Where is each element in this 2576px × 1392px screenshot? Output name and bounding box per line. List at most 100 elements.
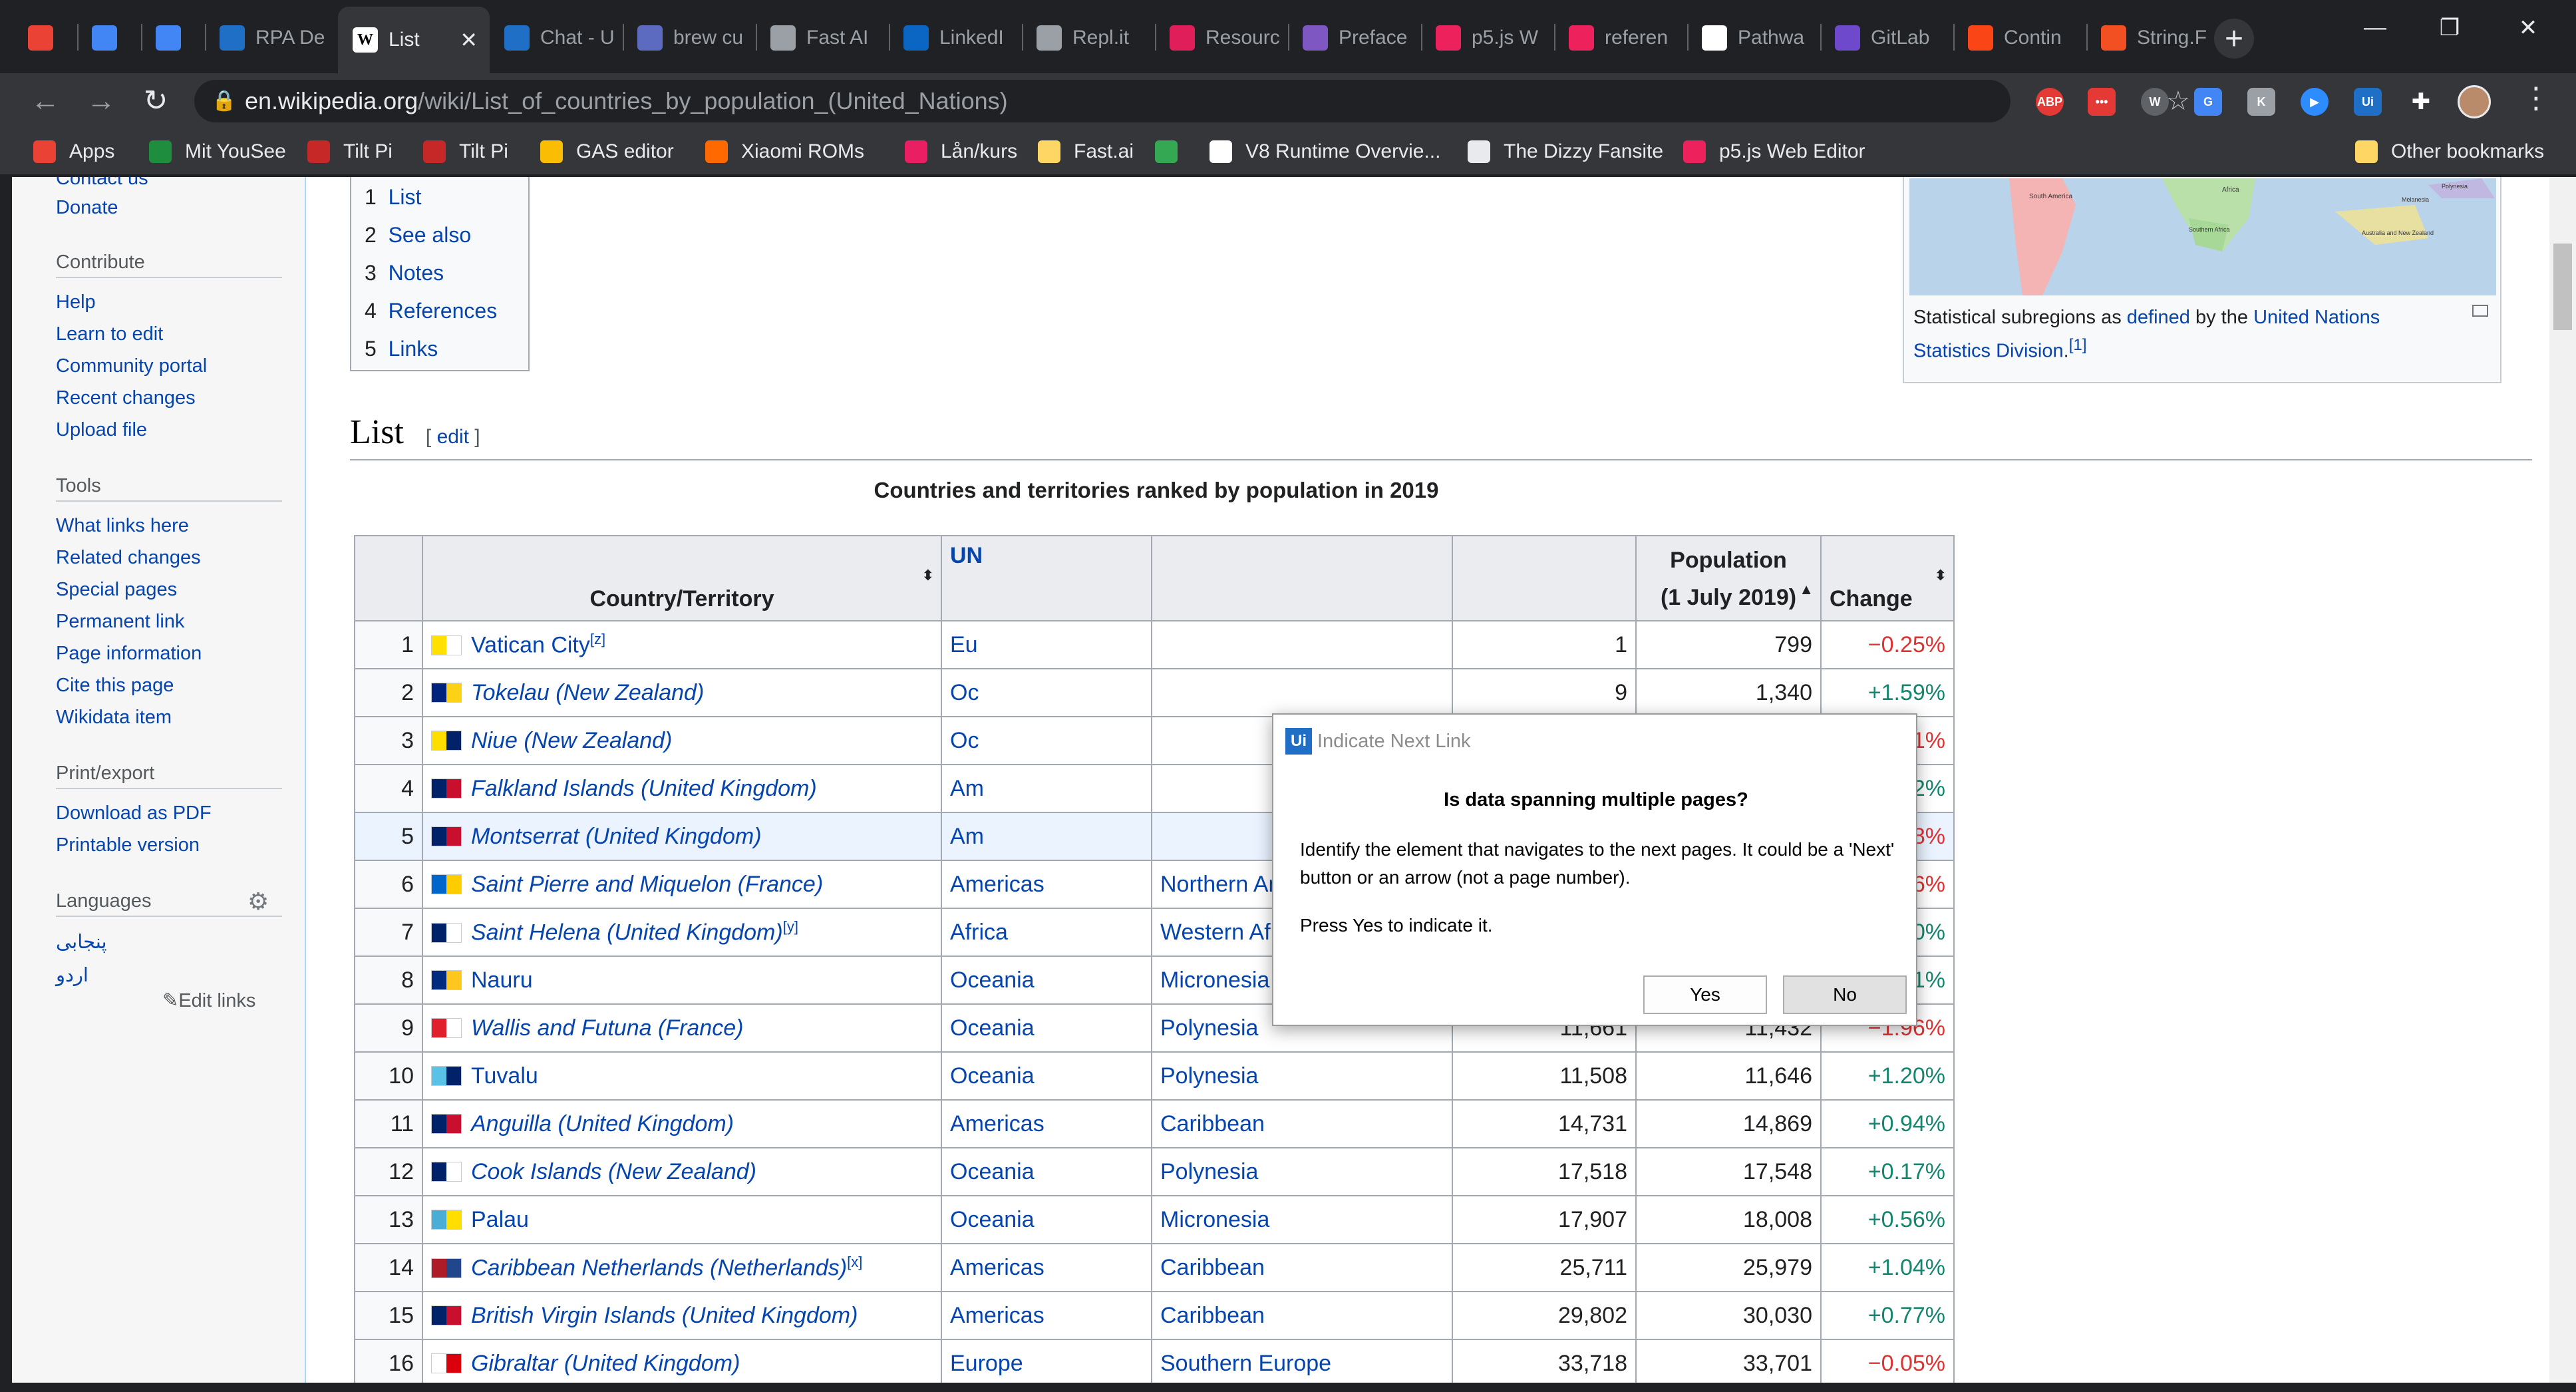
toc-item[interactable]: 2 See also [365,223,471,248]
bookmark-v8-runtime-overvie-[interactable]: V8 Runtime Overvie... [1209,128,1440,176]
country-cell[interactable]: Tuvalu [422,1051,942,1101]
region-cell[interactable]: Europe [941,1339,1152,1388]
country-name[interactable]: Cook Islands [471,1159,602,1184]
region-cell[interactable]: Oceania [941,1195,1152,1244]
region-cell[interactable]: Eu [941,620,1152,669]
section-edit-link[interactable]: edit [437,426,469,448]
address-bar[interactable]: 🔒 en.wikipedia.org/wiki/List_of_countries… [194,80,2190,122]
country-parent[interactable]: (Netherlands) [710,1256,847,1281]
country-parent[interactable]: (United Kingdom) [682,1303,858,1328]
zoom-icon[interactable]: ▶ [2301,88,2329,116]
change-header[interactable]: Change ⬍ [1820,535,1955,621]
tab-brew-cu[interactable]: brew cu [623,11,756,65]
country-parent[interactable]: (United Kingdom) [558,1111,734,1136]
bookmark-fast-ai[interactable]: Fast.ai [1038,128,1134,176]
wordpress-icon[interactable]: W [2141,88,2169,116]
sidebar-related-changes[interactable]: Related changes [56,547,201,569]
bookmark-mit-yousee[interactable]: Mit YouSee [149,128,286,176]
bookmark-gas-editor[interactable]: GAS editor [540,128,674,176]
region-header[interactable]: UN [941,535,1152,621]
sidebar-wikidata-item[interactable]: Wikidata item [56,707,172,729]
tab-fast-ai[interactable]: Fast AI [756,11,889,65]
country-parent[interactable]: (France) [738,872,823,897]
country-cell[interactable]: Anguilla (United Kingdom) [422,1099,942,1148]
region-cell[interactable]: Africa [941,908,1152,957]
country-header[interactable]: Country/Territory ⬍ [422,535,942,621]
tab-pathwa[interactable]: Pathwa [1687,11,1820,65]
tab-list[interactable]: W List ✕ [338,7,490,73]
sidebar-printable-version[interactable]: Printable version [56,834,200,856]
subregion-cell[interactable]: Polynesia [1151,1051,1453,1101]
country-name[interactable]: Saint Helena [471,920,601,946]
tab-p5-js-w[interactable]: p5.js W [1421,11,1554,65]
footnote-ref[interactable]: [z] [590,631,605,647]
sort-icon[interactable]: ⬍ [922,567,934,584]
region-cell[interactable]: Oceania [941,1051,1152,1101]
tab-calendar[interactable] [77,11,141,65]
scrollbar-thumb[interactable] [2553,244,2572,330]
region-cell[interactable]: Oceania [941,1003,1152,1053]
country-parent[interactable]: (France) [658,1015,743,1041]
sidebar-donate[interactable]: Donate [56,197,118,219]
country-cell[interactable]: Saint Pierre and Miquelon (France) [422,860,942,909]
country-parent[interactable]: (United Kingdom) [641,776,817,801]
region-cell[interactable]: Americas [941,860,1152,909]
sidebar-what-links-here[interactable]: What links here [56,515,189,537]
sidebar-download-pdf[interactable]: Download as PDF [56,802,212,824]
region-cell[interactable]: Oc [941,716,1152,765]
toc-item[interactable]: 4 References [365,299,497,323]
country-cell[interactable]: Gibraltar (United Kingdom) [422,1339,942,1388]
country-name[interactable]: Wallis and Futuna [471,1015,652,1041]
toc-item[interactable]: 5 Links [365,337,438,361]
extensions-puzzle-icon[interactable]: ✚ [2407,88,2435,116]
sort-ascending-icon[interactable]: ▲ [1799,571,1814,608]
profile-avatar[interactable] [2458,85,2491,118]
subregion-cell[interactable]: Caribbean [1151,1291,1453,1340]
bookmark-xiaomi-roms[interactable]: Xiaomi ROMs [705,128,864,176]
country-name[interactable]: Falkland Islands [471,776,635,801]
tab-referen[interactable]: referen [1554,11,1687,65]
region-cell[interactable]: Oceania [941,956,1152,1005]
restore-button[interactable]: ❐ [2430,15,2470,41]
bookmark-drive[interactable] [1155,128,1191,176]
sort-icon[interactable]: ⬍ [1935,567,1947,584]
country-name[interactable]: Caribbean Netherlands [471,1256,704,1281]
reload-button[interactable]: ↻ [137,83,174,120]
subregion-cell[interactable]: Southern Europe [1151,1339,1453,1388]
new-tab-button[interactable]: + [2214,19,2254,59]
forward-button[interactable]: → [82,83,120,120]
toc-item[interactable]: 3 Notes [365,261,444,285]
country-cell[interactable]: British Virgin Islands (United Kingdom) [422,1291,942,1340]
country-name[interactable]: Tokelau [471,680,550,705]
tab-contin[interactable]: Contin [1953,11,2086,65]
country-name[interactable]: Tuvalu [471,1063,538,1089]
caption-reference[interactable]: [1] [2069,336,2087,354]
country-name[interactable]: Nauru [471,967,533,993]
sidebar-page-information[interactable]: Page information [56,643,202,665]
region-cell[interactable]: Americas [941,1291,1152,1340]
close-window-button[interactable]: ✕ [2508,15,2548,41]
gear-icon[interactable]: ⚙ [247,888,269,916]
sidebar-recent-changes[interactable]: Recent changes [56,387,196,409]
country-cell[interactable]: Vatican City[z] [422,620,942,669]
minimize-button[interactable]: — [2355,15,2395,41]
bookmark-the-dizzy-fansite[interactable]: The Dizzy Fansite [1468,128,1663,176]
sidebar-lang-punjabi[interactable]: پنجابی [56,930,107,954]
back-button[interactable]: ← [27,83,64,120]
tab-preface[interactable]: Preface [1288,11,1421,65]
sidebar-help[interactable]: Help [56,291,96,313]
country-name[interactable]: British Virgin Islands [471,1303,675,1328]
region-cell[interactable]: Americas [941,1243,1152,1292]
country-name[interactable]: Anguilla [471,1111,552,1136]
country-cell[interactable]: Wallis and Futuna (France) [422,1003,942,1053]
bookmark-star-icon[interactable]: ☆ [2166,80,2190,122]
bookmark-tilt-pi[interactable]: Tilt Pi [423,128,508,176]
subregion-cell[interactable]: Micronesia [1151,1195,1453,1244]
tab-gmail[interactable] [13,11,77,65]
yes-button[interactable]: Yes [1643,975,1767,1014]
sidebar-upload-file[interactable]: Upload file [56,419,147,441]
sidebar-permanent-link[interactable]: Permanent link [56,611,184,633]
edit-links[interactable]: ✎Edit links [162,989,255,1012]
tab-linkedi[interactable]: LinkedI [889,11,1022,65]
enlarge-icon[interactable] [2472,305,2488,317]
